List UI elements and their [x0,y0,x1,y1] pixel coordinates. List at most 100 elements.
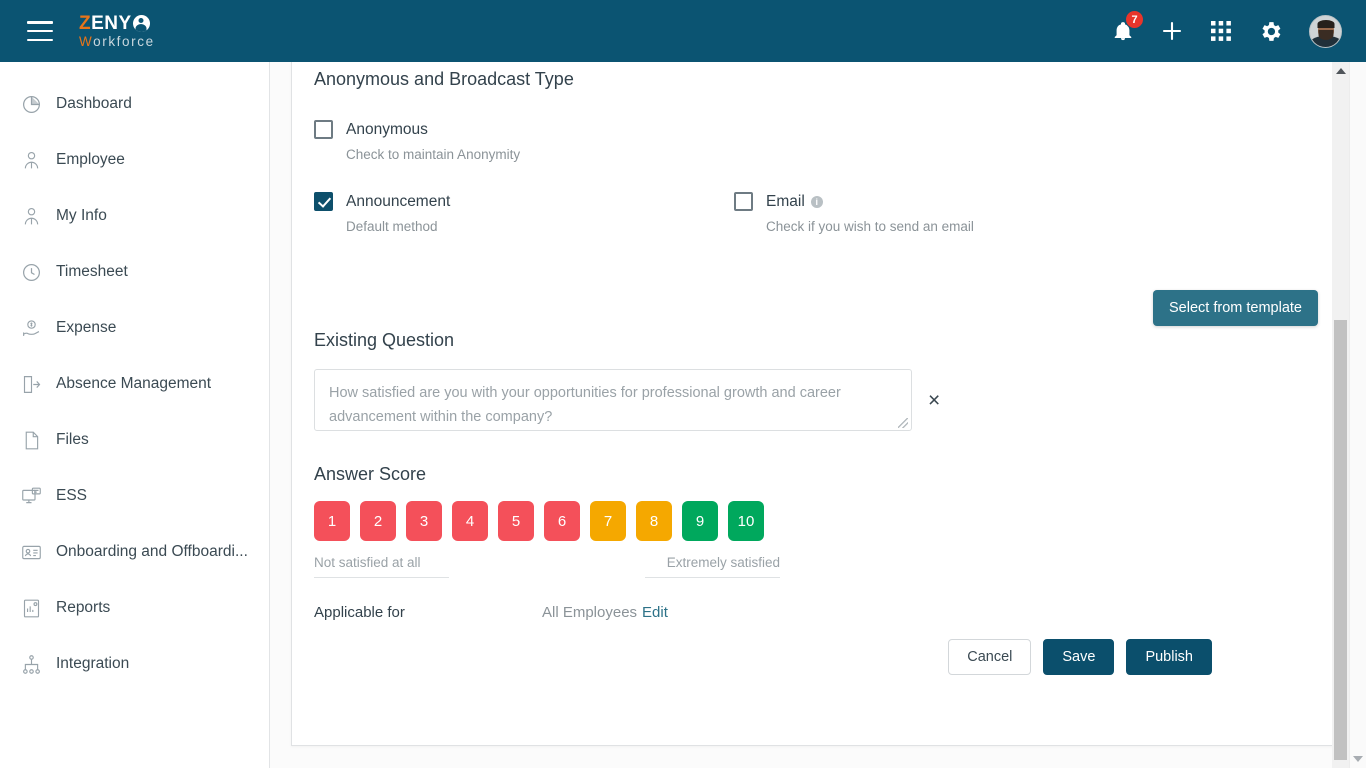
sidebar-item-timesheet[interactable]: Timesheet [0,244,269,300]
anonymous-help-text: Check to maintain Anonymity [346,147,521,162]
scroll-down-arrow-icon[interactable] [1353,756,1363,762]
content-scrollbar-thumb[interactable] [1334,320,1347,760]
clock-icon [18,259,44,285]
notification-badge: 7 [1125,10,1144,29]
anonymous-label: Anonymous [346,120,428,138]
announcement-help-text: Default method [346,219,438,234]
answer-score-legend: Not satisfied at all Extremely satisfied [314,555,1318,578]
applicable-for-label: Applicable for [314,604,405,621]
sidebar-item-ess[interactable]: ESS [0,468,269,524]
sidebar-item-reports[interactable]: Reports [0,580,269,636]
broadcast-type-row: Announcement Default method Email i Chec… [314,192,1318,234]
topbar-actions: 7 [1112,10,1342,48]
score-button-7[interactable]: 7 [590,501,626,541]
email-help-text: Check if you wish to send an email [766,219,974,234]
sidebar-label: Timesheet [56,263,128,280]
select-from-template-button[interactable]: Select from template [1153,290,1318,326]
score-button-4[interactable]: 4 [452,501,488,541]
survey-form-card: Anonymous and Broadcast Type Anonymous C… [291,62,1341,746]
sidebar-item-my-info[interactable]: My Info [0,188,269,244]
scroll-up-arrow-icon[interactable] [1335,68,1346,74]
info-icon[interactable]: i [810,195,823,208]
content-scrollbar[interactable] [1332,62,1349,768]
existing-question-row: How satisfied are you with your opportun… [314,369,1318,431]
applicable-for-value: All Employees [542,604,638,621]
score-high-label[interactable]: Extremely satisfied [645,555,780,578]
top-header-bar: Z ENY Workforce 7 [0,0,1366,62]
settings-gear-icon[interactable] [1258,19,1283,44]
logo-person-circle-icon [132,14,150,32]
sidebar-item-employee[interactable]: Employee [0,132,269,188]
textarea-resize-handle[interactable] [898,418,908,428]
announcement-checkbox[interactable] [314,192,333,211]
clear-question-icon[interactable]: × [922,388,946,413]
logo-letters-eny: ENY [91,12,132,34]
sidebar-item-integration[interactable]: Integration [0,636,269,692]
sidebar-label: Employee [56,151,125,168]
sidebar-label: Dashboard [56,95,132,112]
sidebar-label: My Info [56,207,107,224]
expense-hand-icon [18,315,44,341]
logo-primary-text: Z ENY [79,14,155,33]
left-sidebar-nav: Dashboard Employee My Info Timesheet Exp [0,62,270,768]
main-content-area: Anonymous and Broadcast Type Anonymous C… [270,62,1366,768]
anonymous-row: Anonymous Check to maintain Anonymity [314,120,1318,162]
add-plus-icon[interactable] [1160,19,1184,43]
door-exit-icon [18,371,44,397]
sidebar-label: Expense [56,319,117,336]
sidebar-label: Reports [56,599,111,616]
logo-secondary-text: Workforce [79,35,155,49]
score-button-2[interactable]: 2 [360,501,396,541]
existing-question-textarea[interactable]: How satisfied are you with your opportun… [314,369,912,431]
sidebar-item-files[interactable]: Files [0,412,269,468]
sidebar-label: Integration [56,655,130,672]
page-scrollbar[interactable] [1349,62,1366,768]
email-checkbox[interactable] [734,192,753,211]
app-root: Z ENY Workforce 7 Dashboard Employee My … [0,0,1366,768]
score-button-1[interactable]: 1 [314,501,350,541]
report-icon [18,595,44,621]
applicable-for-row: Applicable for All Employees Edit [314,604,1318,621]
score-button-3[interactable]: 3 [406,501,442,541]
app-logo: Z ENY Workforce [79,14,155,49]
user-info-icon [18,203,44,229]
pie-chart-icon [18,91,44,117]
anonymous-checkbox[interactable] [314,120,333,139]
section-title-broadcast: Anonymous and Broadcast Type [314,69,574,89]
logo-letter-w: W [79,33,94,49]
form-action-buttons: Cancel Save Publish [314,639,1318,675]
sidebar-item-dashboard[interactable]: Dashboard [0,76,269,132]
score-button-10[interactable]: 10 [728,501,764,541]
notifications-bell-icon[interactable]: 7 [1112,10,1144,43]
sidebar-label: ESS [56,487,88,504]
employee-icon [18,147,44,173]
answer-score-buttons: 1 2 3 4 5 6 7 8 9 10 [314,501,1318,541]
sidebar-item-onboarding-offboarding[interactable]: Onboarding and Offboardi... [0,524,269,580]
email-label: Email [766,192,805,210]
sitemap-icon [18,651,44,677]
sidebar-item-expense[interactable]: Expense [0,300,269,356]
answer-score-title: Answer Score [314,464,427,484]
score-button-6[interactable]: 6 [544,501,580,541]
save-button[interactable]: Save [1043,639,1115,675]
id-card-icon [18,539,44,565]
applicable-for-edit-link[interactable]: Edit [642,604,668,621]
file-icon [18,427,44,453]
cancel-button[interactable]: Cancel [948,639,1032,675]
publish-button[interactable]: Publish [1126,639,1212,675]
existing-question-title: Existing Question [314,330,455,350]
announcement-label: Announcement [346,192,451,210]
hamburger-menu-icon[interactable] [27,21,53,41]
sidebar-label: Onboarding and Offboardi... [56,543,248,560]
sidebar-item-absence-management[interactable]: Absence Management [0,356,269,412]
score-button-5[interactable]: 5 [498,501,534,541]
score-button-8[interactable]: 8 [636,501,672,541]
score-button-9[interactable]: 9 [682,501,718,541]
apps-grid-icon[interactable] [1210,20,1232,42]
sidebar-label: Files [56,431,89,448]
logo-letters-orkforce: orkforce [93,33,155,49]
logo-letter-z: Z [79,12,92,34]
user-avatar[interactable] [1309,14,1342,48]
score-low-label[interactable]: Not satisfied at all [314,555,449,578]
sidebar-label: Absence Management [56,375,212,392]
